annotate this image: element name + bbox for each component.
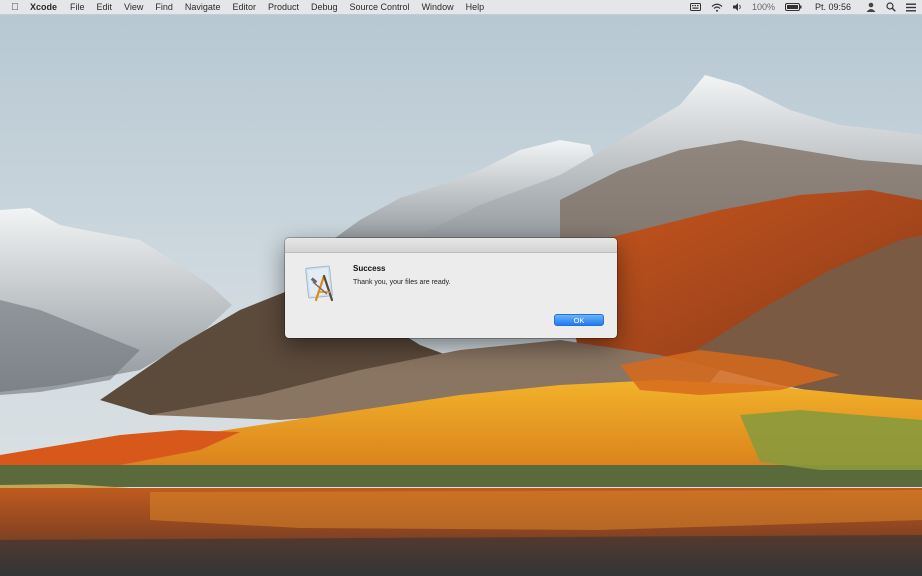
dialog-titlebar[interactable] xyxy=(285,238,617,253)
menu-bar-status-area: 100% Pt. 09:56 xyxy=(685,0,922,14)
xcode-icon xyxy=(305,264,339,304)
success-alert-dialog: Success Thank you, your files are ready.… xyxy=(285,238,617,338)
menu-view[interactable]: View xyxy=(118,2,149,12)
menu-icon[interactable] xyxy=(901,3,922,12)
menu-navigate[interactable]: Navigate xyxy=(179,2,227,12)
volume-icon[interactable] xyxy=(728,3,747,11)
menu-help[interactable]: Help xyxy=(460,2,491,12)
apple-menu-icon[interactable]:  xyxy=(4,2,26,13)
menu-find[interactable]: Find xyxy=(149,2,179,12)
menu-edit[interactable]: Edit xyxy=(91,2,119,12)
battery-icon[interactable] xyxy=(780,3,807,11)
menu-window[interactable]: Window xyxy=(416,2,460,12)
menu-product[interactable]: Product xyxy=(262,2,305,12)
keyboard-icon[interactable] xyxy=(685,3,706,11)
menu-bar:  Xcode File Edit View Find Navigate Edi… xyxy=(0,0,922,15)
search-icon[interactable] xyxy=(881,2,901,12)
battery-percent: 100% xyxy=(751,2,775,12)
user-icon[interactable] xyxy=(861,2,881,12)
menu-file[interactable]: File xyxy=(64,2,91,12)
menu-source-control[interactable]: Source Control xyxy=(344,2,416,12)
dialog-title: Success xyxy=(353,264,386,273)
wifi-icon[interactable] xyxy=(706,3,728,12)
menu-app-name[interactable]: Xcode xyxy=(26,2,64,12)
menu-debug[interactable]: Debug xyxy=(305,2,344,12)
dialog-message: Thank you, your files are ready. xyxy=(353,279,451,286)
ok-button[interactable]: OK xyxy=(554,314,604,326)
menu-editor[interactable]: Editor xyxy=(226,2,262,12)
clock[interactable]: Pt. 09:56 xyxy=(807,2,861,12)
